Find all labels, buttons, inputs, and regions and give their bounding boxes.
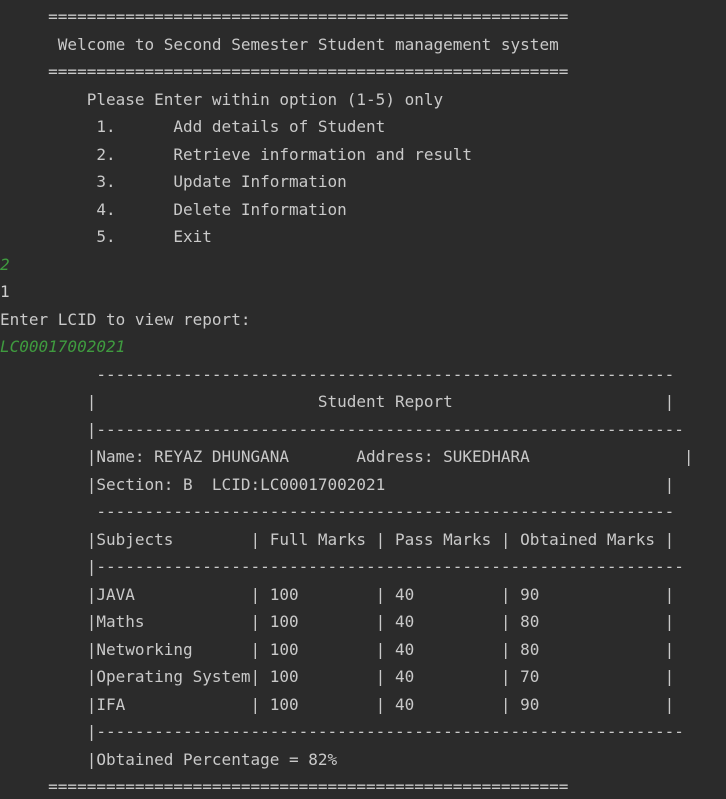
console-line: 1. Add details of Student	[0, 117, 386, 136]
console-line: ========================================…	[0, 7, 569, 26]
report-title-line: | Student Report |	[0, 392, 675, 411]
console-line: 4. Delete Information	[0, 199, 347, 219]
console-line: 2. Retrieve information and result	[0, 144, 473, 164]
console-line: Please Enter within option (1-5) only	[0, 89, 444, 109]
user-input-line: 2	[0, 254, 10, 274]
user-input-line: LC00017002021	[0, 337, 126, 356]
report-row: |Maths | 100 | 40 | 80 |	[0, 612, 675, 631]
console-output-area[interactable]: ========================================…	[0, 0, 726, 799]
report-row: |Networking | 100 | 40 | 80 |	[0, 639, 675, 659]
report-row: |Operating System| 100 | 40 | 70 |	[0, 667, 675, 686]
console-line: 1	[0, 282, 10, 301]
report-name-line: |Name: REYAZ DHUNGANA Address: SUKEDHARA…	[0, 447, 694, 466]
console-line: ========================================…	[0, 62, 569, 81]
console-line: |---------------------------------------…	[0, 557, 684, 576]
report-percentage-line: |Obtained Percentage = 82%	[0, 749, 338, 769]
console-line: Welcome to Second Semester Student manag…	[0, 34, 559, 54]
report-row: |JAVA | 100 | 40 | 90 |	[0, 584, 675, 604]
console-line: Enter LCID to view report:	[0, 309, 251, 329]
report-header-row: |Subjects | Full Marks | Pass Marks | Ob…	[0, 529, 675, 549]
report-row: |IFA | 100 | 40 | 90 |	[0, 694, 675, 714]
console-line: |---------------------------------------…	[0, 419, 684, 439]
console-line: 3. Update Information	[0, 172, 347, 191]
report-section-line: |Section: B LCID:LC00017002021 |	[0, 474, 675, 494]
console-line: |---------------------------------------…	[0, 722, 684, 741]
console-line: ========================================…	[0, 777, 569, 796]
console-line: ----------------------------------------…	[0, 364, 675, 384]
console-line: 5. Exit	[0, 227, 212, 246]
console-line: ----------------------------------------…	[0, 502, 675, 521]
